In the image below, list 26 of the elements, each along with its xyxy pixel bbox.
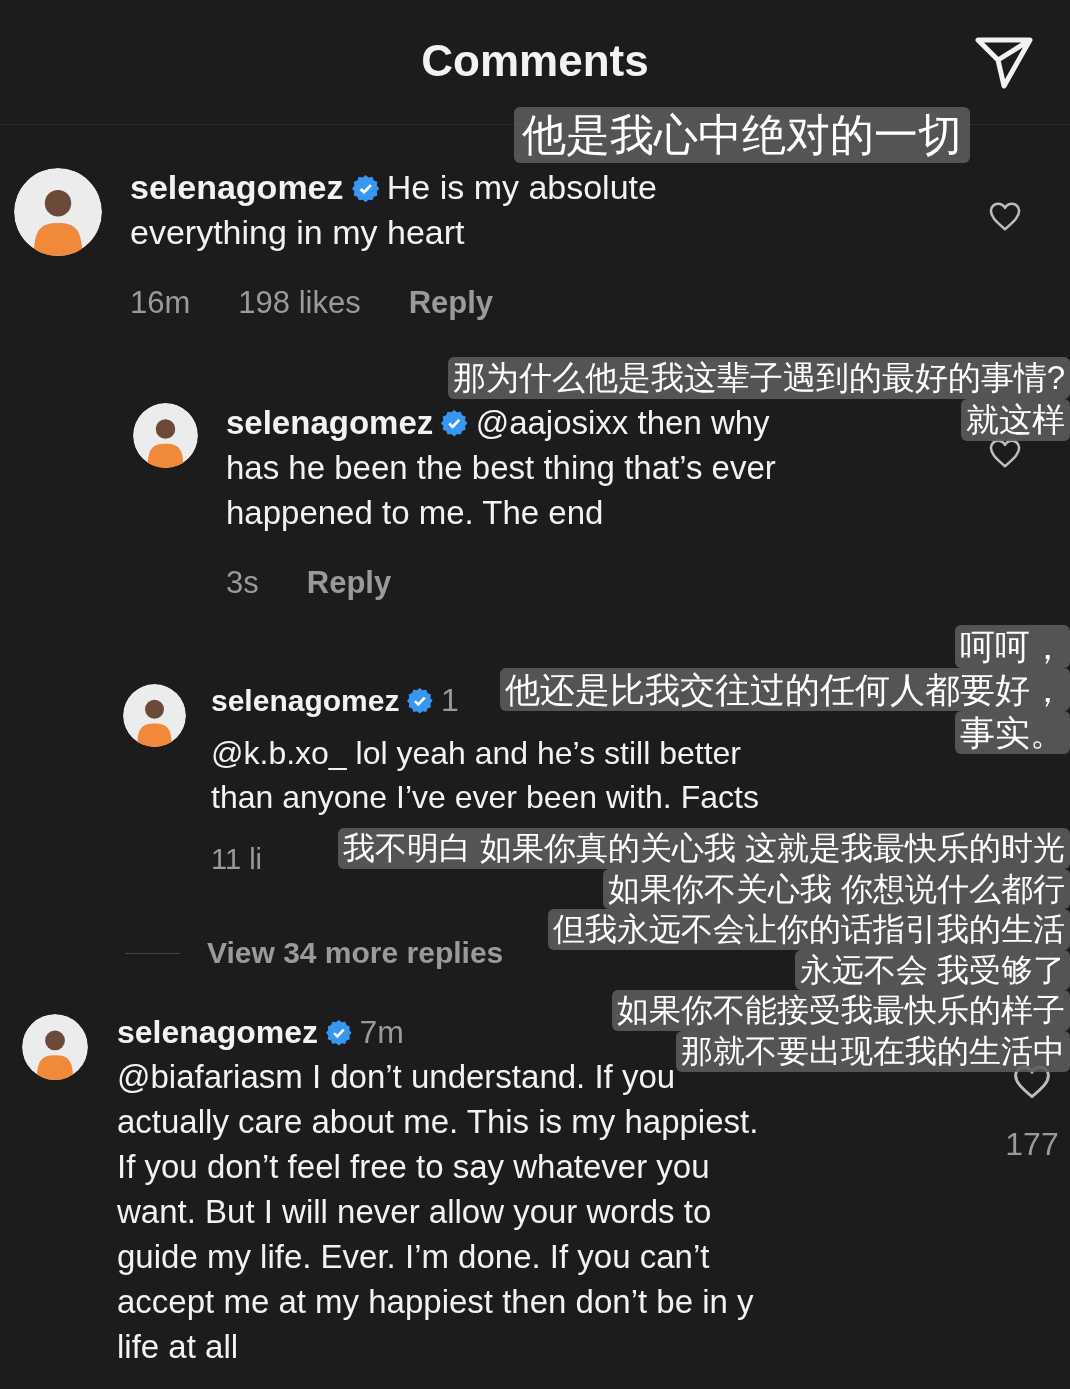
comment-info: 198 likes (238, 284, 361, 322)
username[interactable]: selenagomez (117, 1014, 318, 1050)
avatar[interactable] (123, 684, 186, 747)
comment-time: 1 (441, 682, 459, 718)
comment-text: @aajosixx then why (475, 404, 770, 441)
avatar[interactable] (133, 403, 198, 468)
comment-text: @k.b.xo_ lol yeah and he’s still better than anyone I’ve ever been with. Facts (211, 734, 759, 817)
avatar[interactable] (22, 1014, 88, 1080)
page-title: Comments (421, 36, 649, 86)
comment-info: 16m (130, 284, 191, 322)
username[interactable]: selenagomez (130, 168, 344, 206)
comment-time: 7m (359, 1014, 404, 1050)
avatar[interactable] (14, 168, 102, 256)
heart-icon[interactable] (988, 438, 1022, 469)
view-more-replies-link[interactable]: View 34 more replies (207, 936, 504, 970)
reply-link[interactable]: Reply (408, 280, 494, 325)
reply-link[interactable]: Reply (306, 560, 392, 605)
comment-info: 3s (226, 564, 259, 602)
like-count: 177 (1005, 1125, 1059, 1164)
username[interactable]: selenagomez (211, 684, 400, 717)
heart-icon[interactable] (988, 201, 1022, 232)
username[interactable]: selenagomez (226, 404, 434, 441)
comment-text: has he been the best thing that’s ever happened to me. The end (226, 448, 776, 533)
comment-text: He is my absolute (386, 168, 657, 206)
comment-text: everything in my heart (130, 212, 465, 253)
comment-info: 11 li (211, 842, 263, 877)
